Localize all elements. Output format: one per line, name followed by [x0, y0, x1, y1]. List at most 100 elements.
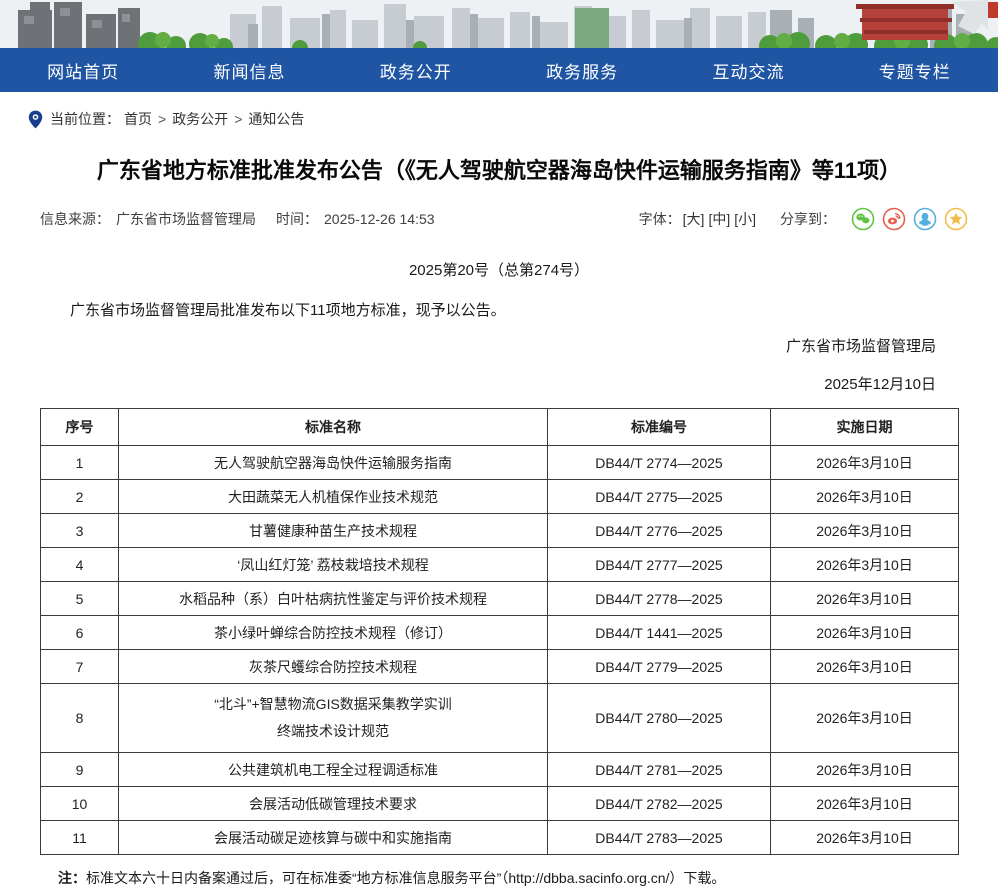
cell-code: DB44/T 2780—2025: [548, 684, 771, 753]
footnote: 注：标准文本六十日内备案通过后，可在标准委“地方标准信息服务平台”（http:/…: [0, 868, 998, 888]
cell-date: 2026年3月10日: [771, 684, 959, 753]
cell-date: 2026年3月10日: [771, 582, 959, 616]
cell-code: DB44/T 2783—2025: [548, 821, 771, 855]
footnote-label: 注：: [58, 870, 86, 886]
cell-no: 10: [41, 787, 119, 821]
cell-name: ‘凤山红灯笼’ 荔枝栽培技术规程: [119, 548, 548, 582]
cell-no: 1: [41, 446, 119, 480]
cell-code: DB44/T 2782—2025: [548, 787, 771, 821]
header-code: 标准编号: [548, 409, 771, 446]
nav-item-topics[interactable]: 专题专栏: [832, 48, 998, 92]
breadcrumb-label: 当前位置：: [50, 109, 120, 129]
article-meta-bar: 信息来源： 广东省市场监督管理局 时间： 2025-12-26 14:53 字体： […: [0, 207, 998, 231]
cell-no: 4: [41, 548, 119, 582]
cell-name: 公共建筑机电工程全过程调适标准: [119, 753, 548, 787]
source-label: 信息来源：: [40, 211, 110, 227]
font-size-large-button[interactable]: [大]: [683, 209, 705, 229]
cell-code: DB44/T 1441—2025: [548, 616, 771, 650]
nav-item-news[interactable]: 新闻信息: [166, 48, 332, 92]
table-row: 2 大田蔬菜无人机植保作业技术规范 DB44/T 2775—2025 2026年…: [41, 480, 959, 514]
cell-date: 2026年3月10日: [771, 650, 959, 684]
document-number: 2025第20号（总第274号）: [0, 259, 998, 280]
qzone-share-icon[interactable]: [944, 207, 968, 231]
header-no: 序号: [41, 409, 119, 446]
breadcrumb-home[interactable]: 首页: [124, 109, 152, 129]
footnote-text: 标准文本六十日内备案通过后，可在标准委“地方标准信息服务平台”（http://d…: [86, 870, 725, 886]
cell-no: 6: [41, 616, 119, 650]
cell-name: 会展活动碳足迹核算与碳中和实施指南: [119, 821, 548, 855]
cell-date: 2026年3月10日: [771, 753, 959, 787]
cell-date: 2026年3月10日: [771, 616, 959, 650]
breadcrumb: 当前位置： 首页 > 政务公开 > 通知公告: [0, 92, 998, 129]
font-size-small-button[interactable]: [小]: [734, 209, 756, 229]
cell-code: DB44/T 2779—2025: [548, 650, 771, 684]
cell-name: 无人驾驶航空器海岛快件运输服务指南: [119, 446, 548, 480]
issuer-name: 广东省市场监督管理局: [0, 335, 998, 356]
breadcrumb-separator: >: [234, 111, 242, 127]
cell-name: “北斗”+智慧物流GIS数据采集教学实训 终端技术设计规范: [119, 684, 548, 753]
breadcrumb-gov-open[interactable]: 政务公开: [172, 109, 228, 129]
nav-item-home[interactable]: 网站首页: [0, 48, 166, 92]
table-row: 6 茶小绿叶蝉综合防控技术规程（修订） DB44/T 1441—2025 202…: [41, 616, 959, 650]
location-pin-icon: [28, 110, 43, 129]
table-row: 8 “北斗”+智慧物流GIS数据采集教学实训 终端技术设计规范 DB44/T 2…: [41, 684, 959, 753]
cell-code: DB44/T 2781—2025: [548, 753, 771, 787]
nav-item-interact[interactable]: 互动交流: [665, 48, 831, 92]
main-nav: 网站首页 新闻信息 政务公开 政务服务 互动交流 专题专栏: [0, 48, 998, 92]
site-banner: [0, 0, 998, 48]
table-row: 3 甘薯健康种苗生产技术规程 DB44/T 2776—2025 2026年3月1…: [41, 514, 959, 548]
cell-code: DB44/T 2777—2025: [548, 548, 771, 582]
time-label: 时间：: [276, 211, 318, 227]
cell-name: 甘薯健康种苗生产技术规程: [119, 514, 548, 548]
header-name: 标准名称: [119, 409, 548, 446]
cell-code: DB44/T 2778—2025: [548, 582, 771, 616]
share-label: 分享到：: [780, 209, 836, 229]
cell-code: DB44/T 2775—2025: [548, 480, 771, 514]
breadcrumb-separator: >: [158, 111, 166, 127]
table-row: 10 会展活动低碳管理技术要求 DB44/T 2782—2025 2026年3月…: [41, 787, 959, 821]
cell-no: 5: [41, 582, 119, 616]
table-row: 4 ‘凤山红灯笼’ 荔枝栽培技术规程 DB44/T 2777—2025 2026…: [41, 548, 959, 582]
issue-date: 2025年12月10日: [0, 373, 998, 394]
cell-no: 11: [41, 821, 119, 855]
weibo-share-icon[interactable]: [882, 207, 906, 231]
table-row-highlighted: 9 公共建筑机电工程全过程调适标准 DB44/T 2781—2025 2026年…: [41, 753, 959, 787]
standards-table: 序号 标准名称 标准编号 实施日期 1 无人驾驶航空器海岛快件运输服务指南 DB…: [40, 408, 959, 855]
page-title: 广东省地方标准批准发布公告（《无人驾驶航空器海岛快件运输服务指南》等11项）: [0, 153, 998, 185]
table-row: 1 无人驾驶航空器海岛快件运输服务指南 DB44/T 2774—2025 202…: [41, 446, 959, 480]
header-date: 实施日期: [771, 409, 959, 446]
breadcrumb-notices[interactable]: 通知公告: [248, 109, 304, 129]
cell-no: 3: [41, 514, 119, 548]
article-source-time: 信息来源： 广东省市场监督管理局 时间： 2025-12-26 14:53: [40, 209, 441, 229]
announcement-body: 广东省市场监督管理局批准发布以下11项地方标准，现予以公告。: [0, 299, 998, 320]
table-row: 7 灰茶尺蠖综合防控技术规程 DB44/T 2779—2025 2026年3月1…: [41, 650, 959, 684]
table-header-row: 序号 标准名称 标准编号 实施日期: [41, 409, 959, 446]
source-value: 广东省市场监督管理局: [116, 211, 256, 227]
cell-name: 大田蔬菜无人机植保作业技术规范: [119, 480, 548, 514]
qq-share-icon[interactable]: [913, 207, 937, 231]
cell-name: 灰茶尺蠖综合防控技术规程: [119, 650, 548, 684]
font-share-controls: 字体： [大] [中] [小] 分享到：: [639, 207, 968, 231]
nav-item-services[interactable]: 政务服务: [499, 48, 665, 92]
wechat-share-icon[interactable]: [851, 207, 875, 231]
cell-date: 2026年3月10日: [771, 787, 959, 821]
table-row: 5 水稻品种（系）白叶枯病抗性鉴定与评价技术规程 DB44/T 2778—202…: [41, 582, 959, 616]
cell-date: 2026年3月10日: [771, 446, 959, 480]
font-size-medium-button[interactable]: [中]: [708, 209, 730, 229]
cell-name: 茶小绿叶蝉综合防控技术规程（修订）: [119, 616, 548, 650]
cell-date: 2026年3月10日: [771, 514, 959, 548]
cell-no: 2: [41, 480, 119, 514]
cityscape-banner-image: [0, 0, 998, 48]
cell-no: 9: [41, 753, 119, 787]
cell-date: 2026年3月10日: [771, 821, 959, 855]
table-row: 11 会展活动碳足迹核算与碳中和实施指南 DB44/T 2783—2025 20…: [41, 821, 959, 855]
cell-code: DB44/T 2776—2025: [548, 514, 771, 548]
cell-date: 2026年3月10日: [771, 548, 959, 582]
cell-date: 2026年3月10日: [771, 480, 959, 514]
cell-name: 会展活动低碳管理技术要求: [119, 787, 548, 821]
cell-code: DB44/T 2774—2025: [548, 446, 771, 480]
font-size-label: 字体：: [639, 209, 681, 229]
cell-no: 7: [41, 650, 119, 684]
time-value: 2025-12-26 14:53: [324, 211, 435, 227]
nav-item-gov-open[interactable]: 政务公开: [333, 48, 499, 92]
